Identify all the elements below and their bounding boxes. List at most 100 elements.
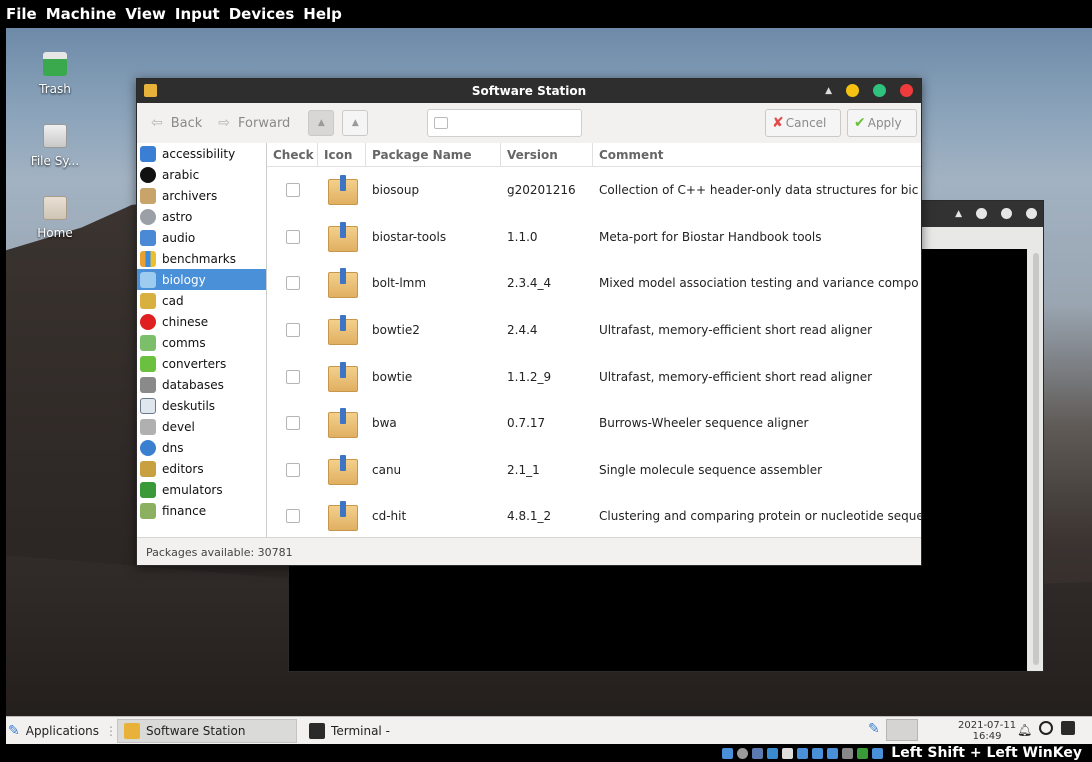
vm-menu-help[interactable]: Help xyxy=(303,5,342,23)
table-row[interactable]: biosoup g20201216 Collection of C++ head… xyxy=(267,167,921,214)
table-row[interactable]: biostar-tools 1.1.0 Meta-port for Biosta… xyxy=(267,214,921,261)
column-header-icon[interactable]: Icon xyxy=(318,143,366,167)
package-checkbox[interactable] xyxy=(286,416,300,431)
video-capture-icon[interactable] xyxy=(827,747,839,759)
cancel-button[interactable]: ✘ Cancel xyxy=(765,109,841,137)
category-item-archivers[interactable]: archivers xyxy=(137,185,266,206)
close-button[interactable] xyxy=(900,84,913,97)
category-item-deskutils[interactable]: deskutils xyxy=(137,395,266,416)
available-packages-button[interactable]: ▲ xyxy=(308,110,335,136)
display-icon[interactable] xyxy=(812,747,824,759)
category-item-cad[interactable]: cad xyxy=(137,290,266,311)
shade-icon[interactable]: ▲ xyxy=(825,86,832,96)
category-item-accessibility[interactable]: accessibility xyxy=(137,143,266,164)
package-version: 4.8.1_2 xyxy=(507,509,552,524)
terminal-tray-icon[interactable] xyxy=(1061,721,1075,735)
shared-folders-icon[interactable] xyxy=(797,747,809,759)
desktop-icon-trash[interactable]: Trash xyxy=(20,52,90,96)
notification-bell-icon[interactable]: 🔔︎ xyxy=(1017,723,1032,737)
emulators-icon xyxy=(140,481,156,498)
maximize-button[interactable] xyxy=(1001,208,1012,219)
table-row[interactable]: canu 2.1_1 Single molecule sequence asse… xyxy=(267,447,921,494)
category-item-audio[interactable]: audio xyxy=(137,227,266,248)
table-row[interactable]: bolt-lmm 2.3.4_4 Mixed model association… xyxy=(267,260,921,307)
category-item-emulators[interactable]: emulators xyxy=(137,479,266,500)
category-item-devel[interactable]: devel xyxy=(137,416,266,437)
category-item-databases[interactable]: databases xyxy=(137,374,266,395)
mouse-integration-icon[interactable] xyxy=(857,747,869,759)
package-checkbox[interactable] xyxy=(286,369,300,384)
search-input[interactable] xyxy=(427,109,582,137)
package-checkbox[interactable] xyxy=(286,509,300,524)
vm-menu-input[interactable]: Input xyxy=(175,5,220,23)
optical-drive-icon[interactable] xyxy=(737,747,749,759)
terminal-scrollbar[interactable] xyxy=(1033,253,1039,665)
package-checkbox[interactable] xyxy=(286,229,300,244)
host-key-icon[interactable] xyxy=(872,747,884,759)
software-station-window[interactable]: Software Station ▲ ⇦ Back ⇨ Forward ▲ ▲ … xyxy=(136,78,922,566)
status-circle-icon[interactable] xyxy=(1039,721,1053,735)
cpu-icon[interactable] xyxy=(842,747,854,759)
accessibility-icon xyxy=(140,145,156,162)
table-row[interactable]: bowtie2 2.4.4 Ultrafast, memory-efficien… xyxy=(267,307,921,354)
category-item-astro[interactable]: astro xyxy=(137,206,266,227)
column-header-comment[interactable]: Comment xyxy=(593,143,921,167)
desktop-icon-home[interactable]: Home xyxy=(20,196,90,240)
network-icon[interactable] xyxy=(767,747,779,759)
category-item-converters[interactable]: converters xyxy=(137,353,266,374)
package-checkbox[interactable] xyxy=(286,276,300,291)
category-list[interactable]: accessibility arabic archivers astro aud… xyxy=(137,143,267,539)
shade-icon[interactable]: ▲ xyxy=(955,209,962,219)
category-item-arabic[interactable]: arabic xyxy=(137,164,266,185)
vm-menu-machine[interactable]: Machine xyxy=(46,5,117,23)
minimize-button[interactable] xyxy=(846,84,859,97)
taskbar-item-software-station[interactable]: Software Station xyxy=(117,718,298,743)
software-station-tray-icon[interactable] xyxy=(886,719,918,741)
taskbar-item-terminal[interactable]: Terminal - xyxy=(303,719,396,743)
category-item-finance[interactable]: finance xyxy=(137,500,266,521)
maximize-button[interactable] xyxy=(873,84,886,97)
column-header-version[interactable]: Version xyxy=(501,143,593,167)
category-label: emulators xyxy=(162,482,223,497)
desktop-icon-label: Trash xyxy=(39,82,71,96)
apply-button[interactable]: ✔ Apply xyxy=(847,109,917,137)
package-checkbox[interactable] xyxy=(286,183,300,198)
window-controls: ▲ xyxy=(825,84,913,97)
column-header-name[interactable]: Package Name xyxy=(366,143,501,167)
vm-menu-view[interactable]: View xyxy=(125,5,166,23)
applications-menu-button[interactable]: ✎ Applications xyxy=(6,719,105,743)
minimize-button[interactable] xyxy=(976,208,987,219)
category-item-chinese[interactable]: chinese xyxy=(137,311,266,332)
toolbar: ⇦ Back ⇨ Forward ▲ ▲ ✘ Cancel ✔ Apply xyxy=(137,103,921,143)
table-row[interactable]: bowtie 1.1.2_9 Ultrafast, memory-efficie… xyxy=(267,353,921,400)
desktop-icon-filesystem[interactable]: File Sy... xyxy=(20,124,90,168)
table-row[interactable]: bwa 0.7.17 Burrows-Wheeler sequence alig… xyxy=(267,400,921,447)
category-item-dns[interactable]: dns xyxy=(137,437,266,458)
package-comment: Burrows-Wheeler sequence aligner xyxy=(599,416,809,431)
installed-packages-button[interactable]: ▲ xyxy=(342,110,369,136)
package-version: 1.1.0 xyxy=(507,229,538,244)
astro-icon xyxy=(140,208,156,225)
category-item-comms[interactable]: comms xyxy=(137,332,266,353)
forward-button[interactable]: ⇨ Forward xyxy=(212,111,296,135)
category-item-benchmarks[interactable]: benchmarks xyxy=(137,248,266,269)
package-checkbox[interactable] xyxy=(286,462,300,477)
back-button[interactable]: ⇦ Back xyxy=(145,111,208,135)
column-header-check[interactable]: Check xyxy=(267,143,318,167)
vm-menu-devices[interactable]: Devices xyxy=(229,5,295,23)
vm-menu-file[interactable]: File xyxy=(6,5,37,23)
table-row[interactable]: cd-hit 4.8.1_2 Clustering and comparing … xyxy=(267,493,921,539)
usb-icon[interactable] xyxy=(782,747,794,759)
package-table[interactable]: Check Icon Package Name Version Comment … xyxy=(267,143,921,539)
category-item-biology[interactable]: biology xyxy=(137,269,266,290)
audio-icon[interactable] xyxy=(752,747,764,759)
pen-tray-icon[interactable]: ✎ xyxy=(868,721,880,737)
clock[interactable]: 2021-07-11 16:49 xyxy=(958,720,1016,742)
package-checkbox[interactable] xyxy=(286,323,300,338)
window-titlebar[interactable]: Software Station ▲ xyxy=(137,79,921,103)
hdd-icon[interactable] xyxy=(722,747,734,759)
package-icon xyxy=(328,268,358,299)
close-button[interactable] xyxy=(1026,208,1037,219)
search-icon xyxy=(434,117,448,129)
category-item-editors[interactable]: editors xyxy=(137,458,266,479)
